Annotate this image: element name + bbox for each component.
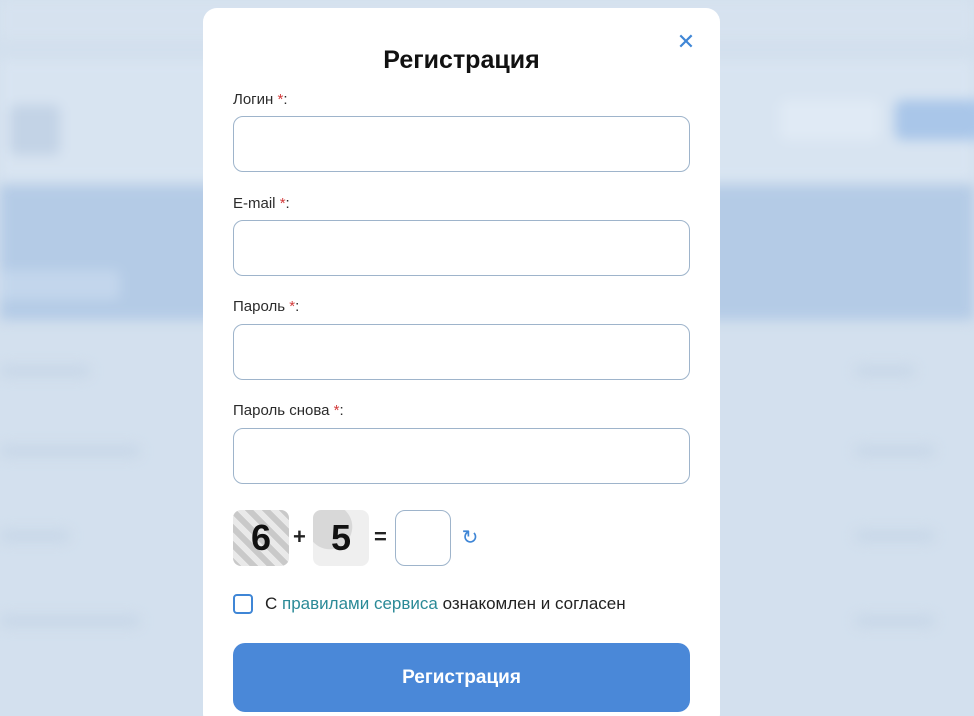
label-colon: : — [283, 91, 288, 108]
agreement-suffix: ознакомлен и согласен — [442, 594, 626, 613]
close-icon[interactable]: ✕ — [676, 31, 696, 53]
label-colon: : — [339, 402, 344, 419]
password-input[interactable] — [233, 324, 690, 380]
password-label-text: Пароль — [233, 298, 286, 315]
bg-row — [0, 445, 140, 457]
label-colon: : — [285, 195, 290, 212]
modal-title: Регистрация — [383, 46, 540, 74]
registration-modal: Регистрация ✕ Логин *: E-mail *: Пароль … — [203, 8, 720, 716]
agreement-text: С правилами сервиса ознакомлен и согласе… — [265, 594, 626, 614]
agreement-row: С правилами сервиса ознакомлен и согласе… — [233, 593, 703, 615]
bg-row — [0, 530, 70, 542]
login-label-text: Логин — [233, 91, 274, 108]
rules-link[interactable]: правилами сервиса — [282, 594, 438, 613]
bg-row — [0, 365, 90, 377]
agreement-checkbox[interactable] — [233, 594, 253, 614]
password-repeat-label: Пароль снова *: — [233, 402, 344, 419]
captcha-equals: = — [374, 524, 387, 549]
bg-row — [855, 445, 935, 457]
bg-chip — [0, 270, 120, 300]
password-repeat-label-text: Пароль снова — [233, 402, 330, 419]
register-button[interactable]: Регистрация — [233, 643, 690, 712]
login-input[interactable] — [233, 116, 690, 172]
bg-button-secondary — [780, 100, 880, 140]
bg-logo — [10, 105, 60, 155]
password-label: Пароль *: — [233, 298, 299, 315]
email-label: E-mail *: — [233, 195, 290, 212]
captcha: 6 + 5 = ↻ — [233, 510, 533, 566]
captcha-operator: + — [293, 524, 306, 549]
email-input[interactable] — [233, 220, 690, 276]
bg-row — [855, 615, 935, 627]
agreement-prefix: С — [265, 594, 278, 613]
password-repeat-input[interactable] — [233, 428, 690, 484]
bg-button-primary — [895, 100, 974, 140]
captcha-answer-input[interactable] — [395, 510, 451, 566]
email-label-text: E-mail — [233, 195, 276, 212]
bg-row — [0, 615, 140, 627]
bg-row — [855, 530, 935, 542]
refresh-icon[interactable]: ↻ — [458, 526, 482, 550]
label-colon: : — [295, 298, 300, 315]
login-label: Логин *: — [233, 91, 288, 108]
bg-row — [855, 365, 915, 377]
captcha-operand-1: 6 — [233, 510, 289, 566]
captcha-operand-2: 5 — [313, 510, 369, 566]
